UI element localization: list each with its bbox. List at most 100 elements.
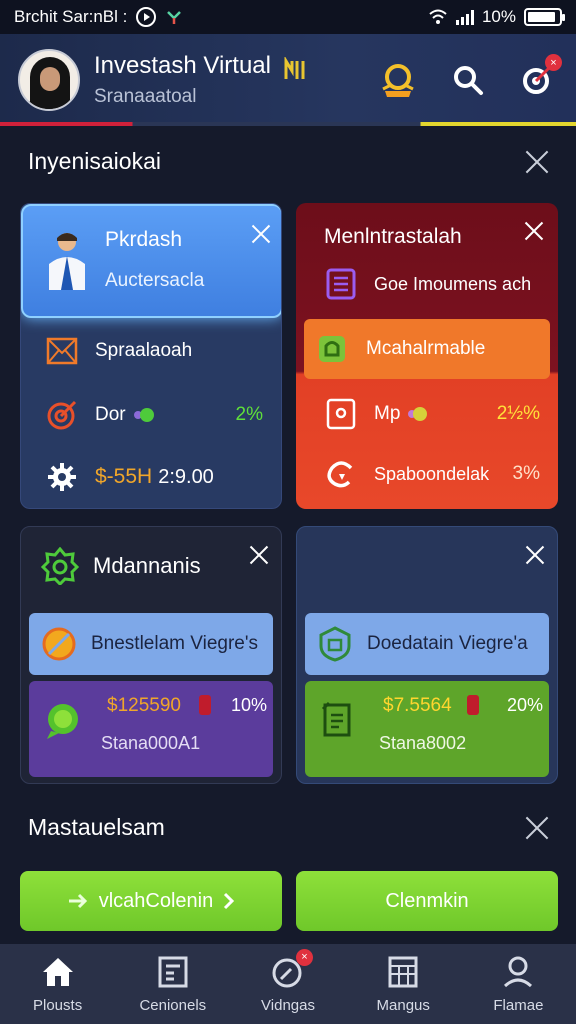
row-percent: 3% [512, 463, 540, 484]
close-card-button[interactable] [525, 545, 545, 565]
coin-icon [42, 627, 76, 661]
nav-item-contacts[interactable]: Cenionels [115, 944, 230, 1024]
row-label: Spaboondelak [374, 463, 490, 484]
nav-item-home[interactable]: Plousts [0, 944, 115, 1024]
search-button[interactable] [448, 60, 488, 100]
nav-label: Flamae [493, 996, 544, 1014]
card-accounts[interactable]: Mdannanis Bnestlelam Viegre's $125590 10… [20, 526, 282, 784]
list-item[interactable]: Goe Imoumens ach [324, 267, 540, 301]
target-icon [45, 398, 79, 432]
mail-icon [45, 334, 79, 368]
chat-icon [47, 704, 78, 739]
band-label: Mcahalrmable [366, 338, 486, 359]
nav-label: Mangus [376, 996, 430, 1014]
row-time: 2:9.00 [158, 465, 214, 488]
nav-item-manage[interactable]: Mangus [346, 944, 461, 1024]
lock-icon [324, 397, 358, 431]
list-item[interactable]: Spraalaoah [45, 334, 263, 368]
bottom-nav: Plousts Cenionels × Vidngas Mangus Flama… [0, 944, 576, 1024]
network-icon [429, 9, 447, 24]
row-percent: 2½% [496, 403, 540, 424]
balance-panel[interactable]: $125590 10% Stana000A1 [29, 681, 273, 777]
row-label: Dor [95, 404, 126, 425]
search-icon [454, 66, 483, 95]
card-portfolio[interactable]: Pkrdash Auctersacla Spraalaoah Dor 2% $-… [20, 203, 282, 509]
refresh-icon [324, 457, 358, 491]
header-accent-bar [0, 122, 576, 126]
close-section-button[interactable] [524, 149, 550, 175]
nav-label: Plousts [33, 996, 83, 1014]
card-highlight[interactable]: Pkrdash Auctersacla [21, 204, 281, 318]
highlight-band[interactable]: Bnestlelam Viegre's [29, 613, 273, 675]
bag-icon [316, 332, 350, 366]
confirm-button[interactable]: Clenmkin [296, 871, 558, 931]
row-percent: 2% [235, 404, 263, 425]
nav-label: Vidngas [261, 996, 315, 1014]
balance-code: Stana8002 [379, 733, 467, 753]
row-label: Spraalaoah [95, 340, 193, 361]
close-card-button[interactable] [251, 224, 271, 244]
calculator-icon [156, 955, 190, 989]
card-savings[interactable]: Doedatain Viegre'a $7.5564 20% Stana8002 [296, 526, 558, 784]
row-label: Mp [374, 403, 401, 424]
list-item[interactable]: Mp 2½% [324, 397, 540, 431]
section-header: Inyenisaiokai [28, 148, 550, 175]
alert-icon [199, 695, 211, 715]
coin-stack-icon [382, 64, 414, 97]
button-label: vlcahColenin [98, 889, 214, 912]
nav-item-videos[interactable]: × Vidngas [230, 944, 345, 1024]
row-label: Goe Imoumens ach [374, 273, 532, 294]
status-text: Brchit Sar:nBl : [14, 7, 128, 26]
balance-amount: $7.5564 [383, 695, 452, 716]
band-label: Bnestlelam Viegre's [91, 633, 258, 654]
nature-icon [167, 11, 182, 24]
band-label: Doedatain Viegre'a [367, 633, 528, 654]
card-title: Pkrdash [105, 228, 183, 251]
gear-icon [45, 460, 79, 494]
nav-badge: × [296, 948, 313, 966]
card-title: Mdannanis [93, 553, 201, 578]
section-title: Mastauelsam [28, 814, 165, 840]
card-investments[interactable]: Menlntrastalah Goe Imoumens ach Mcahalrm… [296, 203, 558, 509]
close-card-button[interactable] [249, 545, 269, 565]
balance-percent: 10% [230, 695, 267, 715]
row-amount: $-55H [95, 465, 153, 488]
person-icon [49, 233, 85, 290]
nav-item-profile[interactable]: Flamae [461, 944, 576, 1024]
list-item[interactable]: Dor 2% [45, 398, 263, 432]
nav-label: Cenionels [139, 996, 207, 1014]
signal-icon [455, 9, 474, 25]
shield-icon [319, 626, 351, 662]
coin-icon [408, 407, 428, 421]
close-section-button[interactable] [524, 815, 550, 841]
logo-icon [284, 57, 305, 79]
balance-panel[interactable]: $7.5564 20% Stana8002 [305, 681, 549, 777]
card-subtitle: Auctersacla [105, 270, 205, 291]
list-item[interactable]: $-55H 2:9.00 [45, 460, 263, 494]
highlight-band[interactable]: Doedatain Viegre'a [305, 613, 549, 675]
app-title: Investash Virtual [94, 52, 271, 79]
button-label: Clenmkin [385, 889, 469, 912]
wallet-button[interactable] [378, 60, 418, 100]
close-card-button[interactable] [524, 221, 544, 241]
notification-badge: × [545, 54, 562, 71]
play-icon [136, 7, 157, 27]
status-bar: Brchit Sar:nBl : 10% [0, 0, 576, 34]
balance-amount: $125590 [107, 695, 181, 716]
avatar[interactable] [18, 49, 80, 111]
app-subtitle: Sranaaatoal [94, 86, 197, 107]
chevron-right-icon [224, 892, 235, 910]
card-title: Menlntrastalah [324, 225, 462, 248]
highlight-band[interactable]: Mcahalrmable [304, 319, 550, 379]
badge-icon [41, 547, 79, 585]
spreadsheet-icon [386, 955, 420, 989]
document-icon [324, 267, 358, 301]
battery-icon [524, 8, 565, 26]
home-icon [41, 955, 75, 989]
list-item[interactable]: Spaboondelak 3% [324, 457, 540, 491]
notifications-button[interactable]: × [518, 54, 562, 100]
compass-icon: × [271, 948, 313, 989]
view-collection-button[interactable]: vlcahColenin [20, 871, 282, 931]
user-icon [501, 955, 535, 989]
battery-text: 10% [481, 7, 516, 26]
